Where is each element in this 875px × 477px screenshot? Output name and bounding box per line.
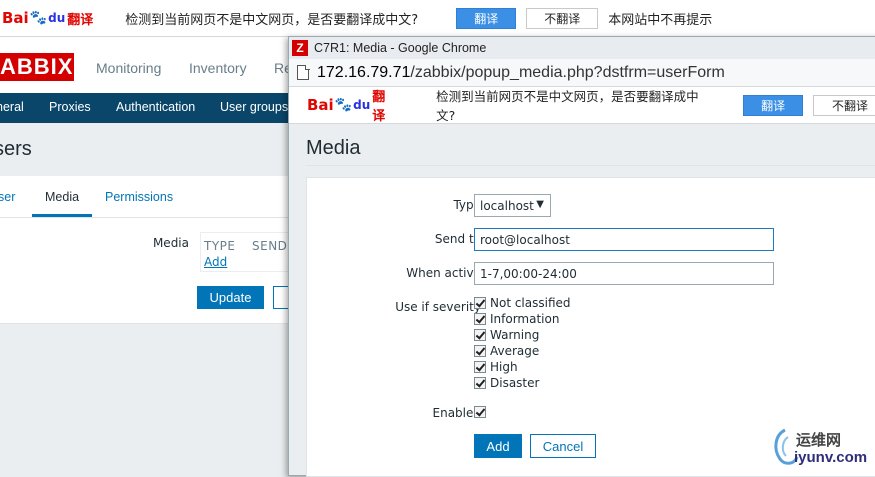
checkbox-checked-icon[interactable]: [474, 297, 486, 309]
severity-label-text: Average: [490, 344, 540, 358]
popup-address-bar[interactable]: 172.16.79.71/zabbix/popup_media.php?dstf…: [289, 59, 875, 87]
subnav-proxies[interactable]: Proxies: [49, 100, 91, 114]
popup-translate-bar: Bai 🐾 du 翻译 检测到当前网页不是中文网页，是否要翻译成中文? 翻译 不…: [289, 87, 875, 124]
logo-fy: 翻译: [67, 12, 94, 28]
cancel-button[interactable]: Cancel: [530, 434, 596, 458]
translate-message: 检测到当前网页不是中文网页，是否要翻译成中文?: [125, 12, 419, 28]
severity-label-text: Information: [490, 312, 560, 326]
checkbox-checked-icon[interactable]: [474, 345, 486, 357]
when-active-input[interactable]: 1-7,00:00-24:00: [474, 262, 774, 285]
zabbix-logo[interactable]: ABBIX: [0, 53, 74, 81]
checkbox-checked-icon[interactable]: [474, 313, 486, 325]
popup-translate-message: 检测到当前网页不是中文网页，是否要翻译成中文?: [436, 89, 699, 123]
col-send-to: SEND: [252, 239, 288, 253]
severity-average[interactable]: Average: [474, 344, 539, 358]
subnav-authentication[interactable]: Authentication: [116, 100, 195, 114]
page-icon: [297, 64, 310, 80]
popup-url[interactable]: 172.16.79.71/zabbix/popup_media.php?dstf…: [317, 64, 725, 82]
baidu-logo: Bai 🐾 du 翻译: [2, 9, 93, 28]
severity-label-text: Disaster: [490, 376, 540, 390]
severity-warning[interactable]: Warning: [474, 328, 539, 342]
paw-icon: 🐾: [29, 10, 48, 26]
tab-permissions[interactable]: Permissions: [105, 190, 173, 204]
when-active-label: When active: [406, 266, 481, 280]
media-add-link[interactable]: Add: [204, 255, 227, 269]
media-type-select[interactable]: localhost ▼: [474, 194, 551, 217]
never-translate-link[interactable]: 本网站中不再提示: [608, 9, 712, 28]
paw-icon: 🐾: [334, 97, 353, 113]
tab-media[interactable]: Media: [45, 190, 79, 204]
menu-inventory[interactable]: Inventory: [189, 60, 247, 76]
url-path: /zabbix/popup_media.php?dstfrm=userForm: [410, 63, 725, 81]
severity-label-text: Not classified: [490, 296, 571, 310]
popup-logo-text: Bai: [307, 96, 334, 114]
checkbox-checked-icon[interactable]: [474, 377, 486, 389]
dont-translate-button[interactable]: 不翻译: [526, 7, 599, 29]
media-type-value: localhost: [480, 199, 534, 213]
severity-label-text: High: [490, 360, 518, 374]
update-button[interactable]: Update: [197, 286, 264, 309]
site-watermark: 运维网 iyunv.com: [768, 425, 873, 471]
severity-high[interactable]: High: [474, 360, 518, 374]
popup-translate-button[interactable]: 翻译: [743, 94, 804, 116]
severity-disaster[interactable]: Disaster: [474, 376, 539, 390]
watermark-line1: 运维网: [796, 431, 842, 449]
dropdown-arrow-icon: ▼: [536, 199, 544, 210]
page-title: sers: [0, 138, 32, 160]
severity-label-text: Warning: [490, 328, 540, 342]
tab-user[interactable]: ser: [0, 190, 15, 204]
translate-button[interactable]: 翻译: [456, 7, 517, 29]
severity-not-classified[interactable]: Not classified: [474, 296, 571, 310]
logo-text: Bai: [2, 9, 29, 27]
checkbox-checked-icon[interactable]: [474, 361, 486, 373]
subnav-user-groups[interactable]: User groups: [220, 100, 288, 114]
url-host: 172.16.79.71: [317, 63, 411, 81]
popup-logo-fy: 翻译: [372, 90, 386, 124]
zabbix-favicon-icon: Z: [292, 40, 308, 56]
user-form-panel: ser Media Permissions Media TYPE SEND Ad…: [0, 176, 303, 324]
send-to-input[interactable]: root@localhost: [474, 228, 774, 251]
media-popup-window: Z C7R1: Media - Google Chrome 172.16.79.…: [288, 36, 875, 477]
popup-window-title: C7R1: Media - Google Chrome: [314, 41, 487, 55]
add-button[interactable]: Add: [474, 434, 522, 458]
popup-logo-du: du: [353, 98, 371, 112]
enabled-checkbox[interactable]: [474, 406, 486, 418]
col-type: TYPE: [204, 239, 236, 253]
media-table: TYPE SEND Add: [200, 232, 300, 272]
popup-baidu-logo: Bai 🐾 du 翻译: [307, 86, 398, 124]
translate-bar: Bai 🐾 du 翻译 检测到当前网页不是中文网页，是否要翻译成中文? 翻译 不…: [0, 0, 875, 37]
popup-titlebar[interactable]: Z C7R1: Media - Google Chrome: [289, 37, 875, 59]
media-label: Media: [152, 236, 189, 250]
watermark-line2: iyunv.com: [794, 449, 868, 466]
menu-monitoring[interactable]: Monitoring: [96, 60, 161, 76]
checkbox-checked-icon[interactable]: [474, 329, 486, 341]
logo-du: du: [48, 11, 66, 25]
tab-divider: [0, 217, 300, 218]
heading-divider: [306, 165, 875, 166]
popup-dont-translate-button[interactable]: 不翻译: [813, 94, 875, 116]
severity-label: Use if severity: [395, 300, 481, 314]
popup-heading: Media: [306, 137, 361, 159]
severity-information[interactable]: Information: [474, 312, 559, 326]
subnav-general[interactable]: neral: [0, 100, 24, 114]
enabled-checkbox-row[interactable]: [474, 406, 490, 418]
